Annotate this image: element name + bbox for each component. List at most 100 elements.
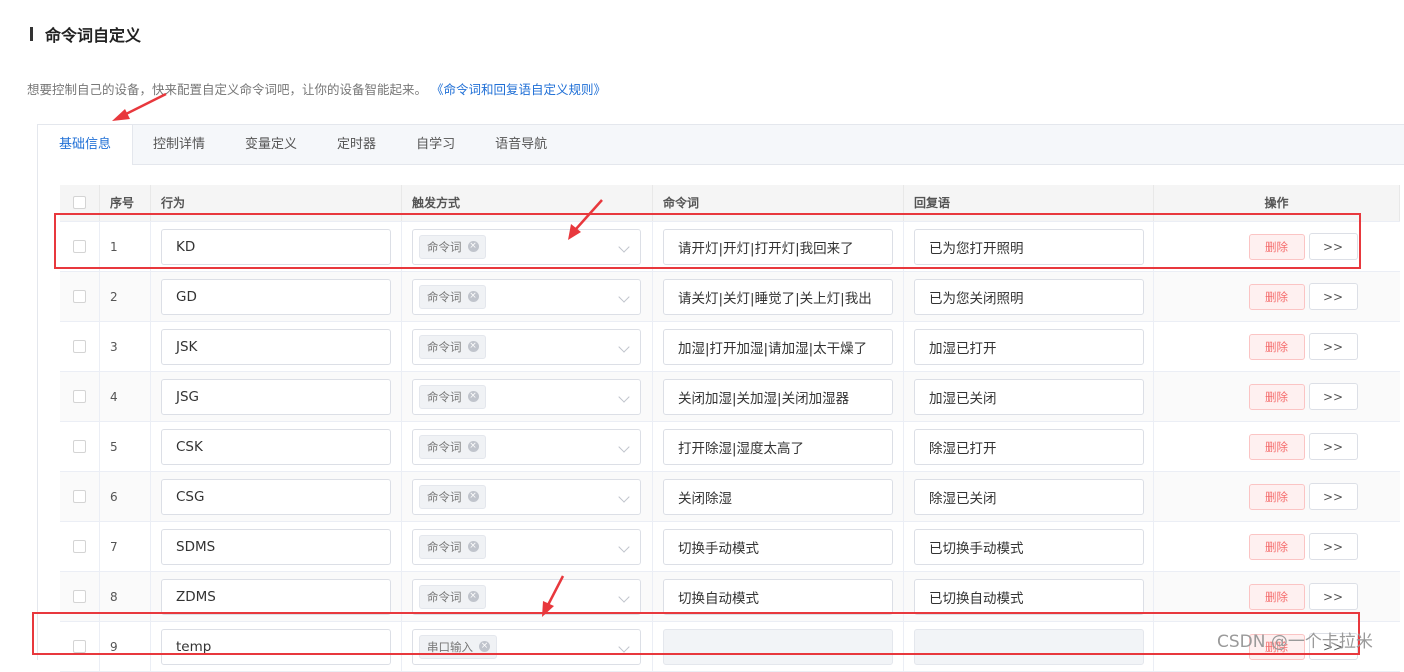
reply-input[interactable] xyxy=(914,628,1144,665)
expand-button[interactable]: >> xyxy=(1308,333,1358,360)
intro-text: 想要控制自己的设备，快来配置自定义命令词吧，让你的设备智能起来。 《命令词和回复… xyxy=(27,79,606,98)
trigger-select[interactable]: 命令词 × xyxy=(412,378,641,415)
table-row: 1 KD 命令词 × 请开灯|开灯|打开灯|我回来了 已为您打开照明 删除 >> xyxy=(60,222,1400,272)
trigger-select[interactable]: 命令词 × xyxy=(412,478,641,515)
row-checkbox[interactable] xyxy=(73,640,86,653)
command-input[interactable]: 切换手动模式 xyxy=(663,528,893,565)
trigger-tag-label: 命令词 xyxy=(427,539,462,554)
row-checkbox[interactable] xyxy=(73,240,86,253)
reply-input[interactable]: 已切换自动模式 xyxy=(914,578,1144,615)
tab-control-details[interactable]: 控制详情 xyxy=(133,125,225,164)
row-number: 4 xyxy=(100,372,151,421)
action-input[interactable]: CSG xyxy=(161,478,391,515)
expand-button[interactable]: >> xyxy=(1308,383,1358,410)
trigger-select[interactable]: 命令词 × xyxy=(412,578,641,615)
watermark: CSDN @一个卡拉米 xyxy=(1217,632,1373,652)
reply-input[interactable]: 已为您打开照明 xyxy=(914,228,1144,265)
row-checkbox[interactable] xyxy=(73,440,86,453)
command-input[interactable]: 切换自动模式 xyxy=(663,578,893,615)
command-cell: 关闭除湿 xyxy=(653,472,904,521)
delete-button[interactable]: 删除 xyxy=(1248,333,1305,360)
header-command: 命令词 xyxy=(653,185,904,221)
trigger-select[interactable]: 串口输入 × xyxy=(412,628,641,665)
tab-timer[interactable]: 定时器 xyxy=(317,125,396,164)
tag-close-icon[interactable]: × xyxy=(467,341,479,352)
row-checkbox[interactable] xyxy=(73,590,86,603)
action-input[interactable]: GD xyxy=(161,278,391,315)
tag-close-icon[interactable]: × xyxy=(467,541,479,552)
tab-voice-nav[interactable]: 语音导航 xyxy=(475,125,567,164)
tag-close-icon[interactable]: × xyxy=(467,241,479,252)
reply-input[interactable]: 已为您关闭照明 xyxy=(914,278,1144,315)
reply-input[interactable]: 加湿已关闭 xyxy=(914,378,1144,415)
delete-button[interactable]: 删除 xyxy=(1248,283,1305,310)
tag-close-icon[interactable]: × xyxy=(467,591,479,602)
delete-button[interactable]: 删除 xyxy=(1248,533,1305,560)
command-input[interactable]: 请关灯|关灯|睡觉了|关上灯|我出 xyxy=(663,278,893,315)
reply-input[interactable]: 加湿已打开 xyxy=(914,328,1144,365)
action-input[interactable]: KD xyxy=(161,228,391,265)
row-checkbox[interactable] xyxy=(73,340,86,353)
command-input[interactable]: 打开除湿|湿度太高了 xyxy=(663,428,893,465)
command-cell: 请开灯|开灯|打开灯|我回来了 xyxy=(653,222,904,271)
trigger-tag: 命令词 × xyxy=(419,234,486,259)
reply-input[interactable]: 已切换手动模式 xyxy=(914,528,1144,565)
rules-link[interactable]: 《命令词和回复语自定义规则》 xyxy=(431,82,606,97)
tag-close-icon[interactable]: × xyxy=(467,491,479,502)
delete-button[interactable]: 删除 xyxy=(1248,483,1305,510)
delete-button[interactable]: 删除 xyxy=(1248,233,1305,260)
trigger-cell: 串口输入 × xyxy=(402,622,653,671)
reply-input[interactable]: 除湿已关闭 xyxy=(914,478,1144,515)
row-checkbox[interactable] xyxy=(73,540,86,553)
expand-button[interactable]: >> xyxy=(1308,433,1358,460)
trigger-select[interactable]: 命令词 × xyxy=(412,278,641,315)
chevron-down-icon xyxy=(618,490,630,503)
tag-close-icon[interactable]: × xyxy=(467,441,479,452)
expand-button[interactable]: >> xyxy=(1308,233,1358,260)
delete-button[interactable]: 删除 xyxy=(1248,583,1305,610)
expand-button[interactable]: >> xyxy=(1308,533,1358,560)
command-input[interactable]: 关闭加湿|关加湿|关闭加湿器 xyxy=(663,378,893,415)
tab-basic-info[interactable]: 基础信息 xyxy=(38,125,134,165)
command-input[interactable] xyxy=(663,628,893,665)
table-row: 2 GD 命令词 × 请关灯|关灯|睡觉了|关上灯|我出 已为您关闭照明 删除 >> xyxy=(60,272,1400,322)
trigger-select[interactable]: 命令词 × xyxy=(412,528,641,565)
action-input[interactable]: CSK xyxy=(161,428,391,465)
trigger-select[interactable]: 命令词 × xyxy=(412,428,641,465)
action-input[interactable]: ZDMS xyxy=(161,578,391,615)
tag-close-icon[interactable]: × xyxy=(467,291,479,302)
command-input[interactable]: 请开灯|开灯|打开灯|我回来了 xyxy=(663,228,893,265)
expand-button[interactable]: >> xyxy=(1308,583,1358,610)
operation-cell: 删除 >> xyxy=(1154,372,1400,421)
trigger-tag: 命令词 × xyxy=(419,434,486,459)
command-cell: 关闭加湿|关加湿|关闭加湿器 xyxy=(653,372,904,421)
expand-button[interactable]: >> xyxy=(1308,483,1358,510)
tab-self-learning[interactable]: 自学习 xyxy=(396,125,475,164)
row-checkbox[interactable] xyxy=(73,390,86,403)
action-input[interactable]: JSK xyxy=(161,328,391,365)
delete-button[interactable]: 删除 xyxy=(1248,433,1305,460)
tag-close-icon[interactable]: × xyxy=(479,641,490,652)
row-number: 8 xyxy=(100,572,151,621)
trigger-select[interactable]: 命令词 × xyxy=(412,328,641,365)
tag-close-icon[interactable]: × xyxy=(467,391,479,402)
intro-description: 想要控制自己的设备，快来配置自定义命令词吧，让你的设备智能起来。 xyxy=(27,82,428,97)
trigger-select[interactable]: 命令词 × xyxy=(412,228,641,265)
action-input[interactable]: SDMS xyxy=(161,528,391,565)
command-input[interactable]: 加湿|打开加湿|请加湿|太干燥了 xyxy=(663,328,893,365)
action-cell: ZDMS xyxy=(151,572,402,621)
delete-button[interactable]: 删除 xyxy=(1248,383,1305,410)
table-row: 8 ZDMS 命令词 × 切换自动模式 已切换自动模式 删除 >> xyxy=(60,572,1400,622)
row-checkbox[interactable] xyxy=(73,290,86,303)
action-cell: JSG xyxy=(151,372,402,421)
tab-variables[interactable]: 变量定义 xyxy=(225,125,317,164)
row-checkbox[interactable] xyxy=(73,490,86,503)
chevron-down-icon xyxy=(618,540,630,553)
select-all-checkbox[interactable] xyxy=(73,195,86,209)
action-input[interactable]: temp xyxy=(161,628,391,665)
expand-button[interactable]: >> xyxy=(1308,283,1358,310)
reply-cell: 除湿已打开 xyxy=(904,422,1154,471)
action-input[interactable]: JSG xyxy=(161,378,391,415)
command-input[interactable]: 关闭除湿 xyxy=(663,478,893,515)
reply-input[interactable]: 除湿已打开 xyxy=(914,428,1144,465)
